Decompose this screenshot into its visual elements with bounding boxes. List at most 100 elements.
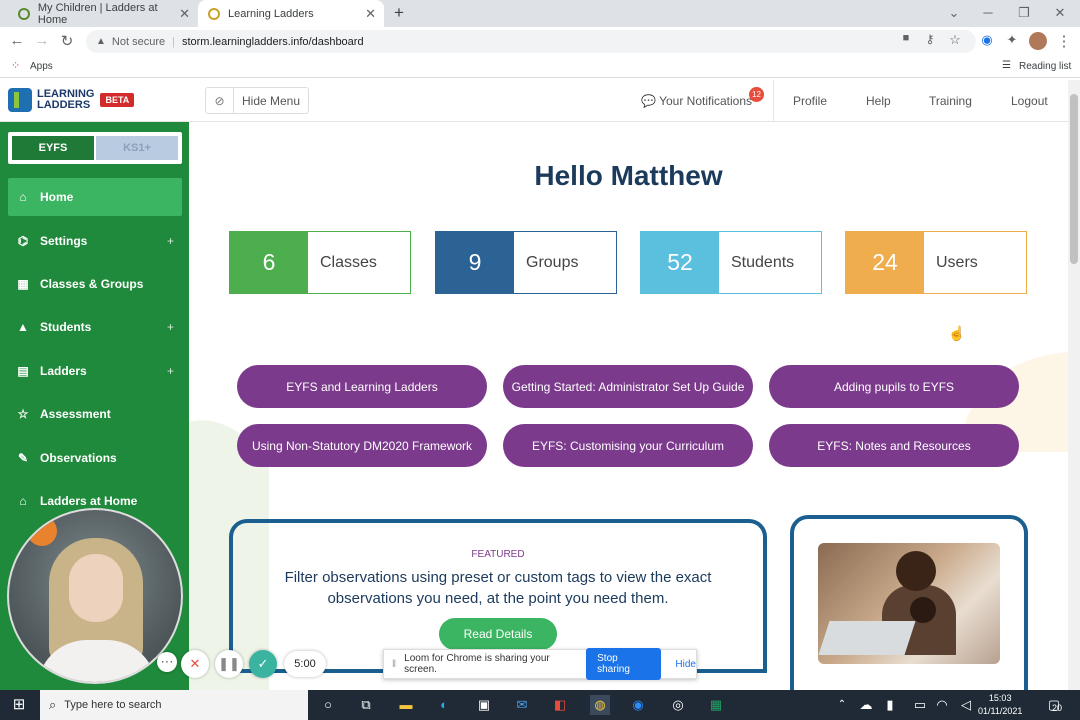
key-icon[interactable]: ⚷ [920,32,940,46]
guide-getting-started[interactable]: Getting Started: Administrator Set Up Gu… [503,365,753,408]
usb-icon[interactable]: ▮ [880,695,900,715]
guide-eyfs-and-learning-ladders[interactable]: EYFS and Learning Ladders [237,365,487,408]
stage-ks1-button[interactable]: KS1+ [96,136,178,160]
office-icon[interactable]: ◧ [550,695,570,715]
address-bar[interactable]: ▲ Not secure | storm.learningladders.inf… [86,30,976,53]
edge-icon[interactable]: ◐ [434,695,454,715]
stop-sharing-button[interactable]: Stop sharing [586,648,662,680]
scrollbar-thumb[interactable] [1070,94,1078,264]
sidebar-item-classes-groups[interactable]: ▦ Classes & Groups [8,265,182,303]
guide-adding-pupils[interactable]: Adding pupils to EYFS [769,365,1019,408]
stat-card-users[interactable]: 24 Users [845,231,1027,294]
onedrive-icon[interactable]: ☁ [856,695,876,715]
learning-ladders-logo[interactable]: LEARNING LADDERS BETA [8,88,135,112]
file-explorer-icon[interactable]: ▬ [396,695,416,715]
logout-link[interactable]: Logout [1011,94,1048,108]
reload-icon[interactable]: ↻ [57,32,77,50]
store-icon[interactable]: ▣ [474,695,494,715]
featured-image-card [790,515,1028,690]
chrome-icon[interactable]: ◍ [590,695,610,715]
mother-child-laptop-photo [818,543,1000,664]
wifi-icon[interactable]: ◠ [932,695,952,715]
sidebar-item-observations[interactable]: ✎ Observations [8,439,182,477]
search-icon: ⌕ [49,697,57,712]
sidebar-item-assessment[interactable]: ☆ Assessment [8,395,182,433]
loom-webcam-bubble[interactable] [7,508,183,684]
drag-handle-icon[interactable]: ‖ [392,659,396,670]
browser-menu-icon[interactable]: ⋮ [1054,32,1074,50]
tab-favicon-icon [18,7,30,20]
header-divider [773,80,774,122]
bookmark-star-icon[interactable]: ☆ [945,32,965,48]
guide-notes-resources[interactable]: EYFS: Notes and Resources [769,424,1019,467]
stat-card-groups[interactable]: 9 Groups [435,231,617,294]
restore-icon[interactable]: ❐ [1006,0,1042,27]
reading-list-button[interactable]: Reading list [1019,61,1071,72]
camera-icon[interactable]: ■ [896,32,916,44]
eye-slash-icon: ⊘ [206,88,234,113]
extensions-puzzle-icon[interactable]: ✦ [1002,32,1022,48]
apps-bookmark[interactable]: Apps [30,61,53,72]
tab-title: Learning Ladders [228,7,314,20]
browser-tab-my-children[interactable]: My Children | Ladders at Home ✕ [8,0,198,27]
taskbar-search-box[interactable]: ⌕ Type here to search [40,690,308,720]
stat-card-classes[interactable]: 6 Classes [229,231,411,294]
stat-value: 52 [641,232,719,293]
volume-icon[interactable]: ◁ [956,695,976,715]
excel-icon[interactable]: ▦ [706,695,726,715]
notifications-link[interactable]: 💬 Your Notifications 12 [641,87,764,108]
training-link[interactable]: Training [929,94,972,108]
loom-cancel-icon[interactable]: ✕ [181,650,209,678]
sidebar-item-ladders[interactable]: ▤ Ladders + [8,352,182,390]
apps-grid-icon: ⁘ [11,60,21,72]
stage-eyfs-button[interactable]: EYFS [12,136,94,160]
reading-list-icon: ☰ [1002,60,1011,71]
expand-icon: + [166,234,174,248]
back-icon[interactable]: ← [7,32,27,49]
profile-avatar[interactable] [1029,32,1047,50]
mail-icon[interactable]: ✉ [512,695,532,715]
new-tab-button[interactable]: + [394,3,404,23]
star-icon: ☆ [17,407,29,421]
house-icon: ⌂ [19,494,27,508]
tab-search-icon[interactable]: ⌄ [936,0,972,27]
close-tab-icon[interactable]: ✕ [179,6,190,22]
zoom-icon[interactable]: ◉ [628,695,648,715]
sidebar-item-settings[interactable]: ⌬ Settings + [8,222,182,260]
stat-label: Groups [526,253,579,271]
hide-share-bar-link[interactable]: Hide [675,659,696,670]
task-view-icon[interactable]: ⧉ [356,695,376,715]
sidebar-item-home[interactable]: ⌂ Home [8,178,182,216]
taskbar-clock[interactable]: 15:03 01/11/2021 [978,692,1022,718]
stat-card-students[interactable]: 52 Students [640,231,822,294]
minimize-icon[interactable]: ─ [970,0,1006,27]
read-details-button[interactable]: Read Details [439,618,557,650]
windows-start-icon[interactable]: ⊞ [9,695,29,715]
page-scrollbar[interactable] [1068,80,1080,690]
sidebar-item-label: Observations [40,451,117,465]
guide-customising-curriculum[interactable]: EYFS: Customising your Curriculum [503,424,753,467]
chrome-profile-icon[interactable]: ◎ [668,695,688,715]
notifications-label: Your Notifications [659,94,753,108]
loom-finish-icon[interactable]: ✓ [249,650,277,678]
profile-link[interactable]: Profile [793,94,827,108]
battery-icon[interactable]: ▭ [910,695,930,715]
logo-mark-icon [8,88,32,112]
close-tab-icon[interactable]: ✕ [365,6,376,22]
hide-menu-button[interactable]: ⊘ Hide Menu [205,87,309,114]
close-window-icon[interactable]: ✕ [1042,0,1078,27]
system-tray-chevron-icon[interactable]: ⌃ [832,695,852,715]
sidebar-item-label: Ladders [40,364,87,378]
home-icon: ⌂ [19,190,27,204]
extension-icon[interactable]: ◉ [977,32,997,48]
cortana-icon[interactable]: ○ [318,695,338,715]
sidebar-item-students[interactable]: ▲ Students + [8,308,182,346]
guide-dm2020-framework[interactable]: Using Non-Statutory DM2020 Framework [237,424,487,467]
loom-pause-icon[interactable]: ❚❚ [215,650,243,678]
help-link[interactable]: Help [866,94,891,108]
forward-icon[interactable]: → [32,32,52,49]
loom-more-icon[interactable]: ⋯ [157,652,177,672]
stat-label: Classes [320,253,377,271]
browser-tab-learning-ladders[interactable]: Learning Ladders ✕ [198,0,384,27]
security-label: Not secure [111,35,166,48]
